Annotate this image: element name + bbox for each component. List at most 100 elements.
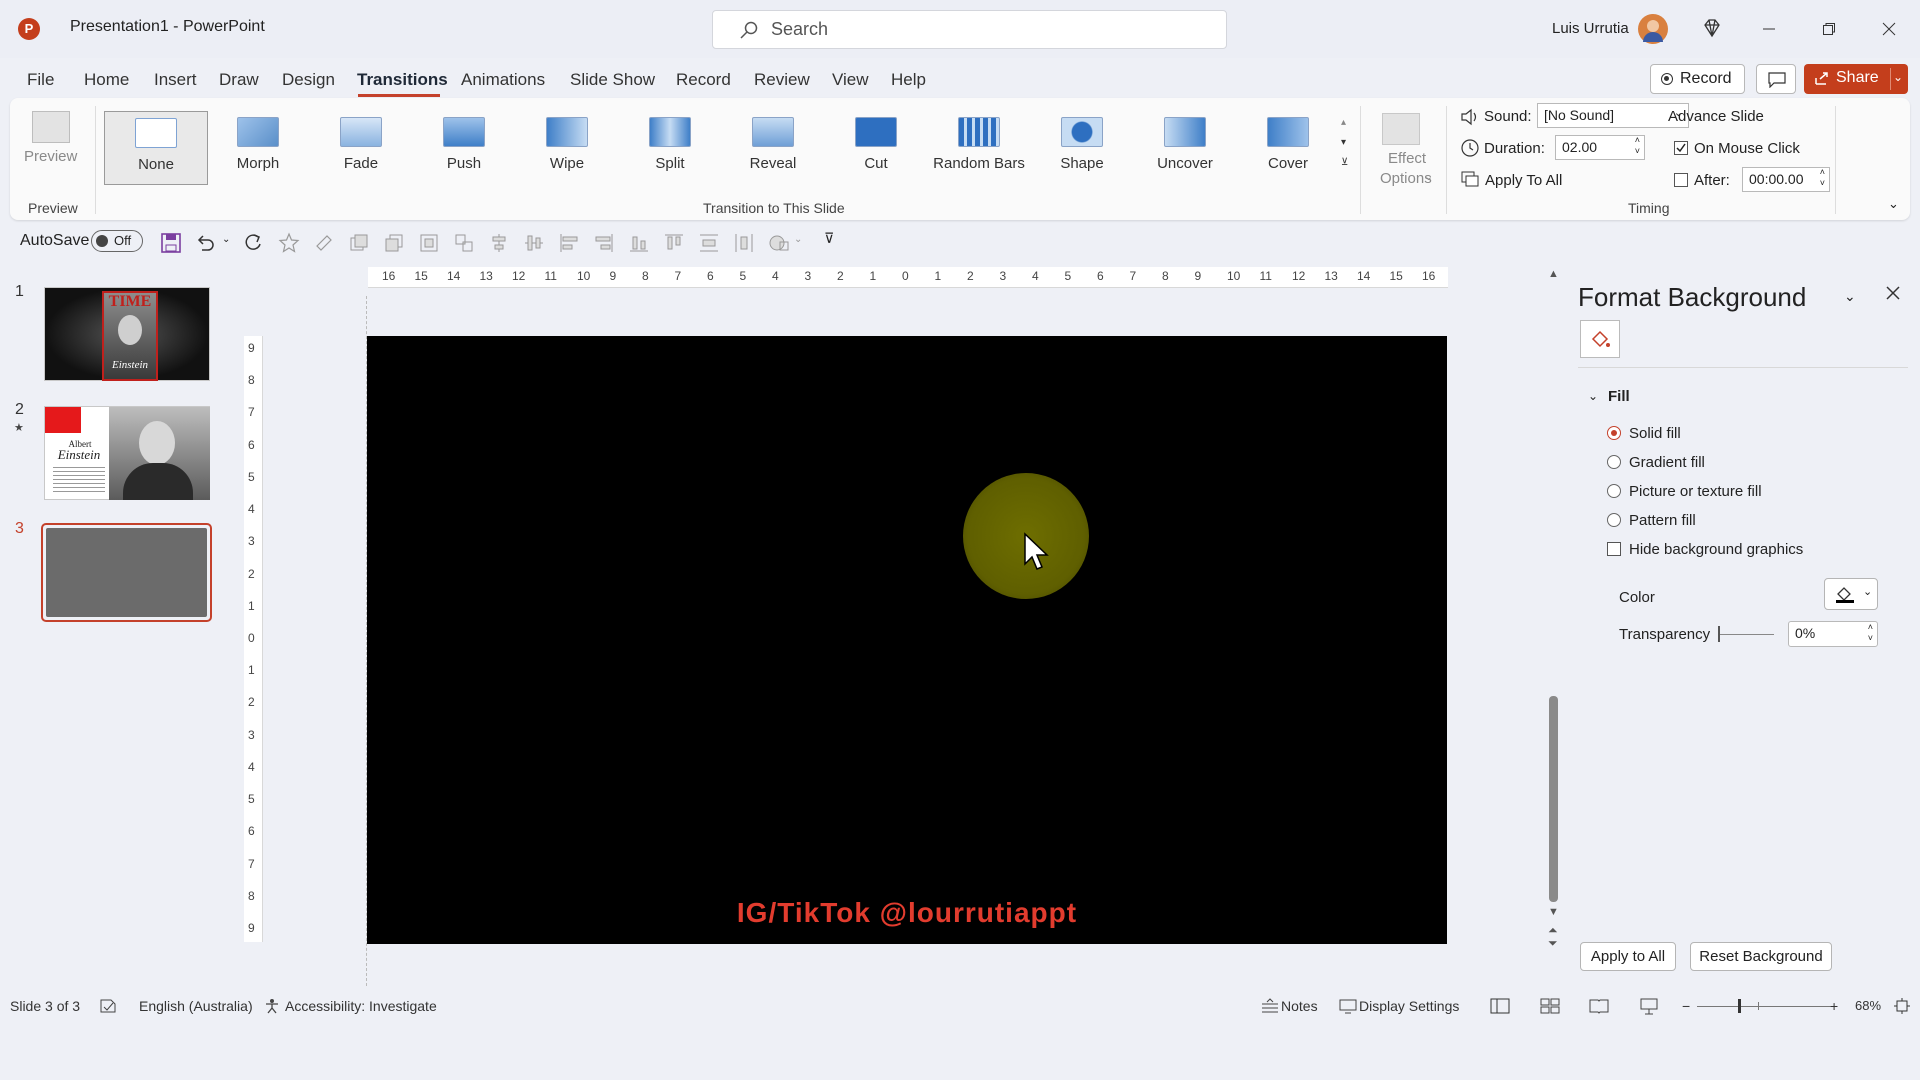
shapes-icon[interactable] [768,232,790,254]
gradient-fill-label[interactable]: Gradient fill [1629,454,1705,471]
tab-review[interactable]: Review [754,70,810,90]
zoom-in-button[interactable]: + [1830,998,1838,1014]
transition-cut[interactable]: Cut [825,111,927,183]
align-center-icon[interactable] [488,232,510,254]
transparency-input[interactable]: 0% ˄ ˅ [1788,621,1878,647]
redo-icon[interactable] [242,232,264,254]
slide-sorter-icon[interactable] [1540,998,1560,1014]
align-left-icon[interactable] [558,232,580,254]
color-picker[interactable]: ⌄ [1824,578,1878,610]
spinner-icon[interactable]: ˄ ˅ [1635,135,1640,157]
transition-none[interactable]: None [104,111,208,185]
scroll-up-icon[interactable]: ▲ [1548,268,1559,280]
reading-view-icon[interactable] [1589,998,1609,1014]
slide-thumbnail-2[interactable]: Albert Einstein [44,406,210,500]
transition-morph[interactable]: Morph [207,111,309,183]
distribute-horizontal-icon[interactable] [733,232,755,254]
gallery-more-icon[interactable]: ⊻ [1341,153,1355,173]
language-status[interactable]: English (Australia) [139,998,253,1014]
transition-split[interactable]: Split [619,111,721,183]
zoom-slider[interactable] [1697,1006,1835,1007]
normal-view-icon[interactable] [1490,998,1510,1014]
transparency-slider-handle[interactable] [1718,626,1720,642]
transition-cover[interactable]: Cover [1237,111,1339,183]
distribute-vertical-icon[interactable] [698,232,720,254]
pattern-fill-label[interactable]: Pattern fill [1629,512,1696,529]
slide-canvas[interactable]: IG/TikTok @lourrutiappt [367,336,1447,944]
fill-collapse-icon[interactable]: ⌄ [1588,389,1598,403]
comments-button[interactable] [1756,64,1796,94]
tab-home[interactable]: Home [84,70,129,90]
tab-insert[interactable]: Insert [154,70,197,90]
save-icon[interactable] [160,232,182,254]
close-button[interactable] [1866,9,1912,49]
notes-button[interactable]: Notes [1281,998,1318,1014]
tab-slide-show[interactable]: Slide Show [570,70,655,90]
transition-reveal[interactable]: Reveal [722,111,824,183]
apply-to-all-button[interactable]: Apply to All [1580,942,1676,971]
undo-icon[interactable] [194,232,216,254]
scrollbar-thumb[interactable] [1549,696,1558,902]
display-settings-button[interactable]: Display Settings [1359,998,1459,1014]
customize-qat-icon[interactable]: ⊽ [824,230,834,247]
tab-animations[interactable]: Animations [461,70,545,90]
gallery-scroll[interactable]: ▴ ▾ ⊻ [1341,113,1355,181]
transition-fade[interactable]: Fade [310,111,412,183]
spinner-icon[interactable]: ˄ ˅ [1868,622,1873,644]
undo-dropdown-icon[interactable]: ⌄ [222,234,230,245]
accessibility-status[interactable]: Accessibility: Investigate [285,998,437,1014]
transition-shape[interactable]: Shape [1031,111,1133,183]
display-settings-icon[interactable] [1339,998,1357,1014]
tab-view[interactable]: View [832,70,869,90]
solid-fill-radio[interactable] [1607,426,1621,440]
share-button[interactable]: Share ⌄ [1804,64,1908,94]
fill-section-label[interactable]: Fill [1608,388,1630,405]
diamond-icon[interactable] [1702,18,1722,38]
gallery-up-icon[interactable]: ▴ [1341,113,1355,133]
bring-forward-icon[interactable] [348,232,370,254]
transition-random-bars[interactable]: Random Bars [928,111,1030,183]
gradient-fill-radio[interactable] [1607,455,1621,469]
sound-dropdown[interactable]: [No Sound] ⌄ [1537,103,1689,128]
fit-slide-icon[interactable] [1894,998,1910,1014]
picture-fill-radio[interactable] [1607,484,1621,498]
tab-help[interactable]: Help [891,70,926,90]
restore-button[interactable] [1806,9,1852,49]
align-bottom-icon[interactable] [628,232,650,254]
zoom-level[interactable]: 68% [1855,998,1881,1013]
pattern-fill-radio[interactable] [1607,513,1621,527]
tab-record[interactable]: Record [676,70,731,90]
after-checkbox[interactable] [1674,173,1688,187]
ribbon-collapse-icon[interactable]: ⌄ [1888,196,1899,212]
slideshow-icon[interactable] [1639,997,1659,1015]
tab-design[interactable]: Design [282,70,335,90]
zoom-slider-handle[interactable] [1738,999,1741,1013]
hide-graphics-label[interactable]: Hide background graphics [1629,541,1803,558]
slide-thumbnail-1[interactable]: TIME Einstein [44,287,210,381]
spelling-icon[interactable] [99,998,117,1014]
spinner-icon[interactable]: ˄ ˅ [1820,167,1825,189]
user-name[interactable]: Luis Urrutia [1552,20,1629,37]
search-input[interactable]: Search [712,10,1227,49]
gallery-down-icon[interactable]: ▾ [1341,133,1355,153]
fill-tab[interactable] [1580,320,1620,358]
zoom-out-button[interactable]: − [1682,998,1690,1014]
hide-graphics-checkbox[interactable] [1607,542,1621,556]
after-input[interactable]: 00:00.00 ˄ ˅ [1742,167,1830,192]
chevron-down-icon[interactable]: ⌄ [1893,70,1903,84]
transition-wipe[interactable]: Wipe [516,111,618,183]
shapes-dropdown-icon[interactable]: ⌄ [794,234,802,245]
preview-button[interactable]: Preview [24,148,77,165]
align-middle-icon[interactable] [523,232,545,254]
record-button[interactable]: Record [1650,64,1745,94]
duration-input[interactable]: 02.00 ˄ ˅ [1555,135,1645,160]
transition-uncover[interactable]: Uncover [1134,111,1236,183]
align-top-icon[interactable] [663,232,685,254]
autosave-toggle[interactable]: Off [91,230,143,252]
send-backward-icon[interactable] [383,232,405,254]
previous-slide-icon[interactable]: ⏶ ⏷ [1548,924,1558,950]
group-icon[interactable] [418,232,440,254]
minimize-button[interactable] [1746,9,1792,49]
solid-fill-label[interactable]: Solid fill [1629,425,1681,442]
align-right-icon[interactable] [593,232,615,254]
